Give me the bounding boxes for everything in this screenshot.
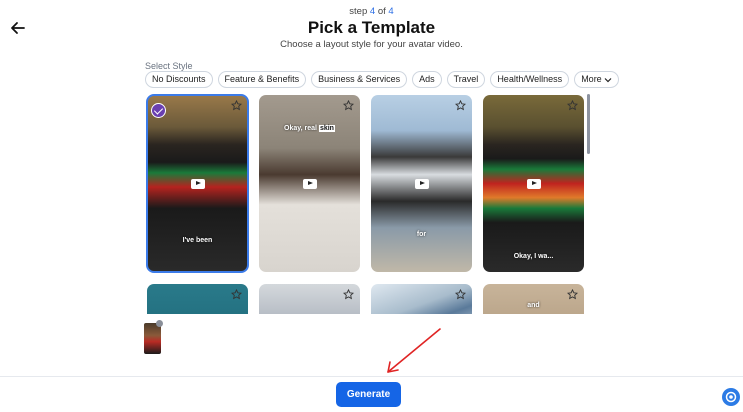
template-grid: I've been Okay, real skin for Okay, I wa… — [146, 94, 586, 314]
star-icon[interactable] — [231, 100, 242, 111]
template-card[interactable]: for — [371, 95, 472, 272]
step-total: 4 — [388, 6, 394, 17]
template-card[interactable]: Okay, real skin — [259, 95, 360, 272]
card-caption: Okay, I wa... — [513, 253, 554, 260]
select-style-label: Select Style — [145, 61, 193, 71]
more-label: More — [581, 74, 602, 84]
template-card[interactable] — [259, 284, 360, 314]
star-icon[interactable] — [231, 289, 242, 300]
page-subtitle: Choose a layout style for your avatar vi… — [280, 39, 463, 50]
remove-thumbnail-icon[interactable] — [156, 320, 163, 327]
card-caption: I've been — [182, 237, 213, 244]
card-caption: for — [416, 231, 427, 238]
chip-no-discounts[interactable]: No Discounts — [145, 71, 213, 88]
template-card[interactable]: Okay, I wa... — [483, 95, 584, 272]
star-icon[interactable] — [343, 100, 354, 111]
star-icon[interactable] — [455, 289, 466, 300]
step-indicator: step 4 of 4 — [0, 6, 743, 17]
chip-feature-benefits[interactable]: Feature & Benefits — [217, 71, 307, 88]
grid-scrollbar[interactable] — [587, 94, 590, 154]
chip-ads[interactable]: Ads — [412, 71, 442, 88]
selected-template-thumbnail — [144, 323, 161, 354]
card-caption: and — [527, 302, 540, 309]
step-prefix: step — [349, 6, 368, 17]
star-icon[interactable] — [567, 100, 578, 111]
step-of: of — [377, 6, 386, 17]
play-icon — [414, 178, 429, 189]
template-card[interactable] — [371, 284, 472, 314]
step-current: 4 — [369, 6, 376, 17]
red-arrow-annotation-icon — [387, 328, 441, 373]
play-icon — [302, 178, 317, 189]
selected-check-icon — [151, 103, 166, 118]
chip-more[interactable]: More — [574, 71, 619, 88]
star-icon[interactable] — [455, 100, 466, 111]
generate-button[interactable]: Generate — [336, 382, 401, 407]
template-card[interactable]: I've been — [146, 94, 249, 273]
page-title: Pick a Template — [307, 18, 436, 37]
play-icon — [190, 178, 205, 189]
star-icon[interactable] — [567, 289, 578, 300]
template-card[interactable] — [147, 284, 248, 314]
play-icon — [526, 178, 541, 189]
chip-business-services[interactable]: Business & Services — [311, 71, 408, 88]
star-icon[interactable] — [343, 289, 354, 300]
chip-health-wellness[interactable]: Health/Wellness — [490, 71, 570, 88]
help-chat-icon[interactable] — [722, 388, 740, 406]
caption-highlight: skin — [318, 125, 335, 132]
chevron-down-icon — [604, 77, 612, 82]
style-chips: No Discounts Feature & Benefits Business… — [145, 71, 619, 88]
chip-travel[interactable]: Travel — [446, 71, 486, 88]
caption-text: Okay, real — [284, 125, 317, 132]
card-caption: Okay, real skin — [259, 125, 360, 132]
template-card[interactable]: and — [483, 284, 584, 314]
